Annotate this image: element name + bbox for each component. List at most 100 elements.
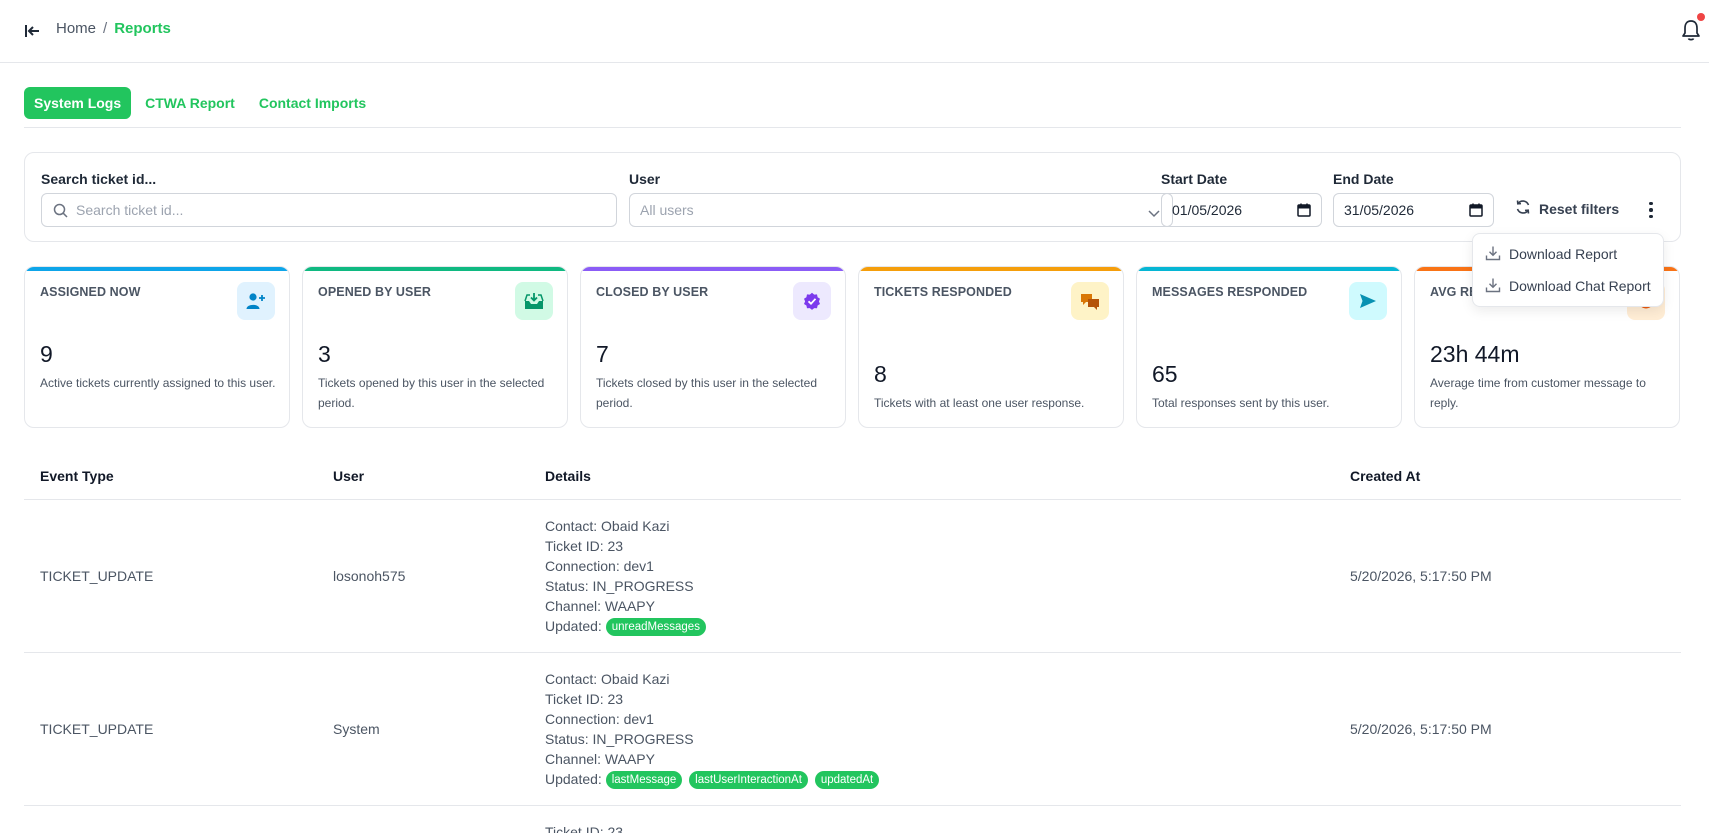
breadcrumb-home[interactable]: Home — [56, 20, 96, 37]
tab-system-logs[interactable]: System Logs — [24, 87, 132, 119]
details-cell: Contact: Obaid Kazi Ticket ID: 23 Connec… — [545, 669, 882, 789]
download-report-item[interactable]: Download Report — [1473, 238, 1663, 270]
card-description: Tickets with at least one user response. — [874, 396, 1085, 410]
event-type-cell: TICKET_UPDATE — [40, 568, 154, 584]
detail-line: Connection: dev1 — [545, 711, 654, 727]
start-date-input[interactable]: 01/05/2026 — [1161, 193, 1322, 227]
card-value: 8 — [874, 361, 887, 387]
detail-line: Status: IN_PROGRESS — [545, 578, 694, 594]
user-plus-icon — [237, 282, 275, 320]
stat-card-tickets-responded: TICKETS RESPONDED 8 Tickets with at leas… — [858, 266, 1124, 428]
column-header-event-type[interactable]: Event Type — [40, 468, 114, 484]
updated-line: Updated: lastMessage lastUserInteraction… — [545, 769, 882, 789]
detail-line: Ticket ID: 23 — [545, 691, 624, 707]
card-value: 7 — [596, 341, 609, 367]
card-accent-bar — [1137, 267, 1401, 271]
card-description: Tickets opened by this user in the selec… — [318, 376, 545, 410]
table-row[interactable]: TICKET_UPDATE losonoh575 Contact: Obaid … — [24, 500, 1681, 653]
field-badge: updatedAt — [814, 771, 880, 789]
detail-line: Contact: Obaid Kazi — [545, 518, 670, 534]
field-badge: lastUserInteractionAt — [689, 771, 808, 789]
card-accent-bar — [581, 267, 845, 271]
column-header-user[interactable]: User — [333, 468, 364, 484]
card-accent-bar — [859, 267, 1123, 271]
start-date-value: 01/05/2026 — [1172, 202, 1243, 218]
detail-line: Status: IN_PROGRESS — [545, 731, 694, 747]
card-title: AVG RE — [1430, 285, 1478, 299]
details-cell: Ticket ID: 23 — [545, 822, 623, 833]
card-title: ASSIGNED NOW — [40, 285, 141, 299]
card-description: Tickets closed by this user in the selec… — [596, 376, 817, 410]
start-date-label: Start Date — [1161, 171, 1228, 187]
filters-panel: Search ticket id... User All users Start… — [24, 152, 1681, 242]
user-cell: System — [333, 721, 380, 737]
top-bar: Home / Reports — [0, 0, 1709, 63]
report-tabs: System Logs CTWA Report Contact Imports — [24, 87, 376, 119]
calendar-icon[interactable] — [1469, 203, 1483, 220]
card-accent-bar — [303, 267, 567, 271]
user-label: User — [629, 171, 661, 187]
reset-filters-button[interactable]: Reset filters — [1515, 199, 1619, 218]
card-title: OPENED BY USER — [318, 285, 432, 299]
system-logs-table: Event Type User Details Created At TICKE… — [24, 460, 1681, 833]
search-field[interactable] — [41, 193, 617, 227]
chat-bubbles-icon — [1071, 282, 1109, 320]
tabs-divider — [24, 127, 1681, 128]
send-icon — [1349, 282, 1387, 320]
end-date-label: End Date — [1333, 171, 1394, 187]
download-menu: Download Report Download Chat Report — [1472, 233, 1664, 307]
chevron-down-icon — [1148, 205, 1160, 221]
card-title: MESSAGES RESPONDED — [1152, 285, 1308, 299]
search-label: Search ticket id... — [41, 171, 157, 187]
reset-filters-label: Reset filters — [1539, 200, 1620, 217]
card-value: 3 — [318, 341, 331, 367]
notification-dot — [1697, 13, 1705, 21]
table-row[interactable]: TICKET_UPDATE System Contact: Obaid Kazi… — [24, 653, 1681, 806]
card-title: TICKETS RESPONDED — [874, 285, 1012, 299]
download-chat-report-label: Download Chat Report — [1509, 278, 1651, 294]
search-icon — [53, 203, 68, 221]
user-select[interactable]: All users — [629, 193, 1173, 227]
details-cell: Contact: Obaid Kazi Ticket ID: 23 Connec… — [545, 516, 709, 636]
stat-cards: ASSIGNED NOW 9 Active tickets currently … — [24, 266, 1680, 428]
breadcrumb-separator: / — [103, 20, 108, 37]
search-input[interactable] — [76, 202, 616, 218]
field-badge: lastMessage — [605, 771, 683, 789]
column-header-created-at[interactable]: Created At — [1350, 468, 1420, 484]
table-row[interactable]: Ticket ID: 23 — [24, 806, 1681, 833]
event-type-cell: TICKET_UPDATE — [40, 721, 154, 737]
download-chat-report-item[interactable]: Download Chat Report — [1473, 270, 1663, 302]
detail-line: Channel: WAAPY — [545, 751, 655, 767]
inbox-download-icon — [515, 282, 553, 320]
updated-label: Updated: — [545, 771, 602, 787]
card-value: 23h 44m — [1430, 341, 1520, 367]
refresh-icon — [1515, 199, 1531, 218]
end-date-input[interactable]: 31/05/2026 — [1333, 193, 1494, 227]
stat-card-opened-by-user: OPENED BY USER 3 Tickets opened by this … — [302, 266, 568, 428]
breadcrumb: Home / Reports — [56, 20, 171, 37]
more-options-icon[interactable] — [1643, 199, 1659, 221]
download-icon — [1485, 277, 1501, 296]
user-select-value: All users — [640, 202, 694, 218]
card-description: Average time from customer message to re… — [1430, 376, 1646, 410]
end-date-value: 31/05/2026 — [1344, 202, 1415, 218]
tab-ctwa-report[interactable]: CTWA Report — [135, 87, 245, 119]
column-header-details[interactable]: Details — [545, 468, 591, 484]
card-description: Total responses sent by this user. — [1152, 396, 1330, 410]
tab-contact-imports[interactable]: Contact Imports — [249, 87, 376, 119]
created-at-cell: 5/20/2026, 5:17:50 PM — [1350, 721, 1492, 737]
calendar-icon[interactable] — [1297, 203, 1311, 220]
detail-line: Connection: dev1 — [545, 558, 654, 574]
detail-line: Ticket ID: 23 — [545, 824, 624, 833]
download-icon — [1485, 245, 1501, 264]
notification-bell-icon[interactable] — [1680, 18, 1702, 42]
table-header: Event Type User Details Created At — [24, 460, 1681, 500]
card-accent-bar — [25, 267, 289, 271]
breadcrumb-current: Reports — [114, 20, 171, 37]
download-report-label: Download Report — [1509, 246, 1618, 262]
stat-card-assigned-now: ASSIGNED NOW 9 Active tickets currently … — [24, 266, 290, 428]
updated-line: Updated: unreadMessages — [545, 616, 709, 636]
collapse-sidebar-icon[interactable] — [22, 21, 42, 41]
card-title: CLOSED BY USER — [596, 285, 709, 299]
created-at-cell: 5/20/2026, 5:17:50 PM — [1350, 568, 1492, 584]
